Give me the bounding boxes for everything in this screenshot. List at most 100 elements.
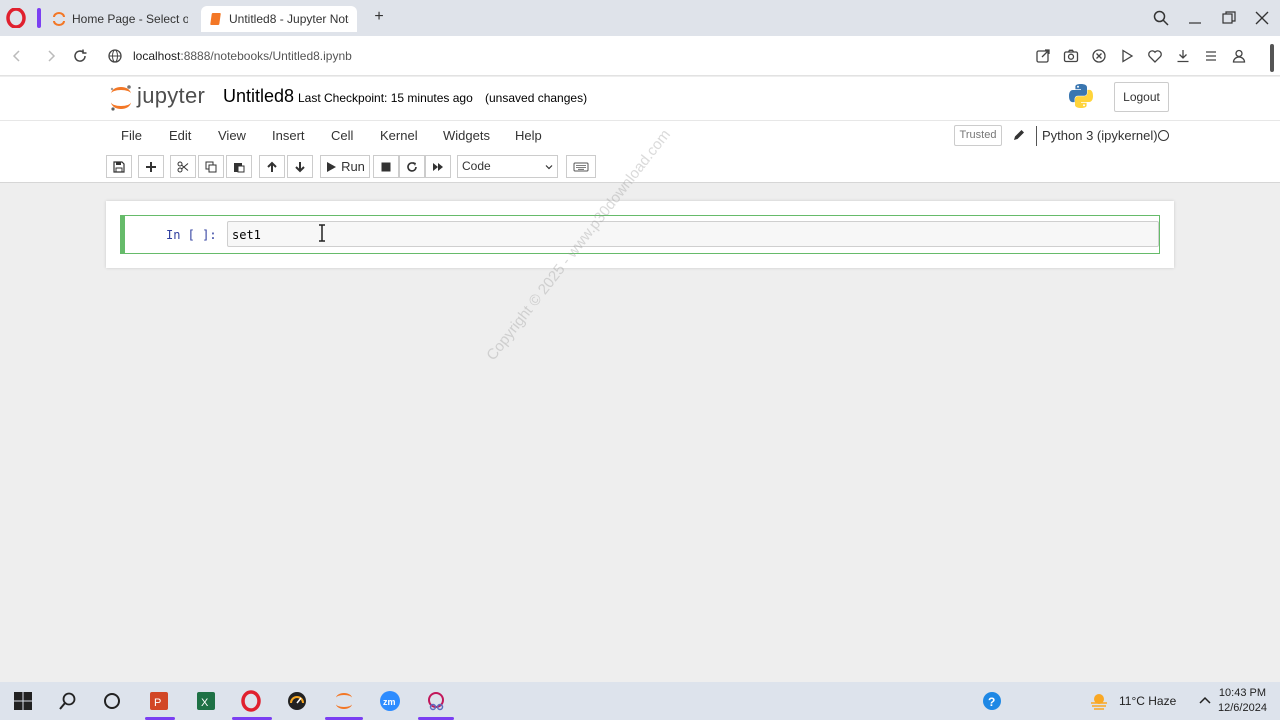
logout-button[interactable]: Logout [1114,82,1169,112]
restart-kernel-button[interactable] [399,155,425,178]
paste-icon [234,162,245,172]
send-to-icon[interactable] [1035,48,1051,64]
restart-run-all-button[interactable] [425,155,451,178]
keyboard-icon [573,162,589,171]
globe-icon[interactable] [107,48,123,64]
task-view-icon[interactable] [101,690,123,712]
kernel-divider [1036,126,1037,146]
jupyter-header: jupyter Untitled8 Last Checkpoint: 15 mi… [0,77,1280,120]
menu-insert[interactable]: Insert [272,128,305,143]
system-clock[interactable]: 10:43 PM 12/6/2024 [1218,686,1267,716]
cell-type-select[interactable]: Code [457,155,558,178]
clock-date: 12/6/2024 [1218,702,1267,714]
snipping-tool-icon[interactable] [425,690,447,712]
menu-view[interactable]: View [218,128,246,143]
back-icon[interactable] [9,48,25,64]
arrow-up-icon [267,161,277,172]
move-down-button[interactable] [287,155,313,178]
tab-home-page[interactable]: Home Page - Select or cre [44,6,196,32]
weather-haze-icon[interactable] [1088,690,1110,712]
new-tab-button[interactable]: + [371,9,387,25]
heart-icon[interactable] [1147,48,1163,64]
svg-text:?: ? [988,695,995,709]
python-logo-icon [1069,84,1093,108]
code-cell[interactable]: In [ ]: set1 [120,215,1160,254]
kernel-idle-indicator-icon [1158,130,1169,141]
cut-button[interactable] [170,155,196,178]
play-icon [327,161,337,172]
code-editor[interactable]: set1 [227,221,1159,247]
menu-edit[interactable]: Edit [169,128,191,143]
tab-untitled8-notebook[interactable]: Untitled8 - Jupyter Noteb [201,6,357,32]
windows-taskbar: P X zm ? 11°C Haze 10:43 PM 12/6/2024 [0,682,1280,720]
opera-browser-icon[interactable] [240,690,262,712]
notebook-area: In [ ]: set1 [0,183,1280,682]
jupyter-logo-icon[interactable] [108,83,134,113]
chevron-up-icon[interactable] [1194,690,1216,712]
play-icon[interactable] [1119,48,1135,64]
url-host: localhost [133,49,181,63]
sidebar-accent-bar [37,8,41,28]
copy-icon [205,161,217,172]
tab-label: Untitled8 - Jupyter Noteb [229,12,349,26]
svg-text:zm: zm [383,697,396,707]
weather-text[interactable]: 11°C Haze [1119,694,1176,708]
speedtest-app-icon[interactable] [286,690,308,712]
input-prompt: In [ ]: [166,228,217,242]
menu-file[interactable]: File [121,128,142,143]
scrollbar-thumb[interactable] [1270,44,1274,72]
paste-button[interactable] [226,155,252,178]
save-button[interactable] [106,155,132,178]
interrupt-kernel-button[interactable] [373,155,399,178]
plus-icon [146,161,156,172]
command-palette-button[interactable] [566,155,596,178]
notebook-container: In [ ]: set1 [106,201,1174,268]
powerpoint-icon[interactable]: P [148,690,170,712]
jupyter-logo-text[interactable]: jupyter [137,83,205,109]
minimize-icon[interactable] [1186,9,1204,27]
account-icon[interactable] [1231,48,1247,64]
menu-cell[interactable]: Cell [331,128,353,143]
menu-icon[interactable] [1203,48,1219,64]
jupyter-app-icon[interactable] [333,690,355,712]
scissors-icon [177,161,189,172]
notebook-title[interactable]: Untitled8 [223,86,294,107]
checkpoint-status: Last Checkpoint: 15 minutes ago [298,91,473,105]
download-icon[interactable] [1175,48,1191,64]
chevron-down-icon [545,165,553,170]
close-icon[interactable] [1253,9,1271,27]
help-icon[interactable]: ? [981,690,1003,712]
trusted-badge[interactable]: Trusted [954,125,1002,146]
search-icon[interactable] [1152,9,1170,27]
fast-forward-icon [433,162,443,171]
windows-start-icon[interactable] [12,690,34,712]
tab-label: Home Page - Select or cre [72,12,188,26]
menubar: File Edit View Insert Cell Kernel Widget… [0,120,1280,150]
reload-icon[interactable] [72,48,88,64]
adblock-icon[interactable] [1091,48,1107,64]
insert-cell-button[interactable] [138,155,164,178]
arrow-down-icon [295,161,305,172]
menu-kernel[interactable]: Kernel [380,128,418,143]
run-button[interactable]: Run [320,155,370,178]
cell-type-value: Code [462,159,491,173]
excel-icon[interactable]: X [195,690,217,712]
svg-text:P: P [154,697,161,709]
move-up-button[interactable] [259,155,285,178]
menu-help[interactable]: Help [515,128,542,143]
zoom-app-icon[interactable]: zm [379,690,401,712]
clock-time: 10:43 PM [1218,687,1267,699]
run-label: Run [341,159,365,174]
save-icon [113,160,125,173]
menu-widgets[interactable]: Widgets [443,128,490,143]
search-icon[interactable] [57,690,79,712]
url-field[interactable]: localhost:8888/notebooks/Untitled8.ipynb [133,49,352,63]
forward-icon[interactable] [43,48,59,64]
copy-button[interactable] [198,155,224,178]
restart-icon [407,161,417,172]
pencil-icon[interactable] [1012,128,1026,142]
camera-icon[interactable] [1063,48,1079,64]
opera-logo-icon[interactable] [6,8,26,28]
kernel-name[interactable]: Python 3 (ipykernel) [1042,128,1158,143]
restore-icon[interactable] [1220,9,1238,27]
